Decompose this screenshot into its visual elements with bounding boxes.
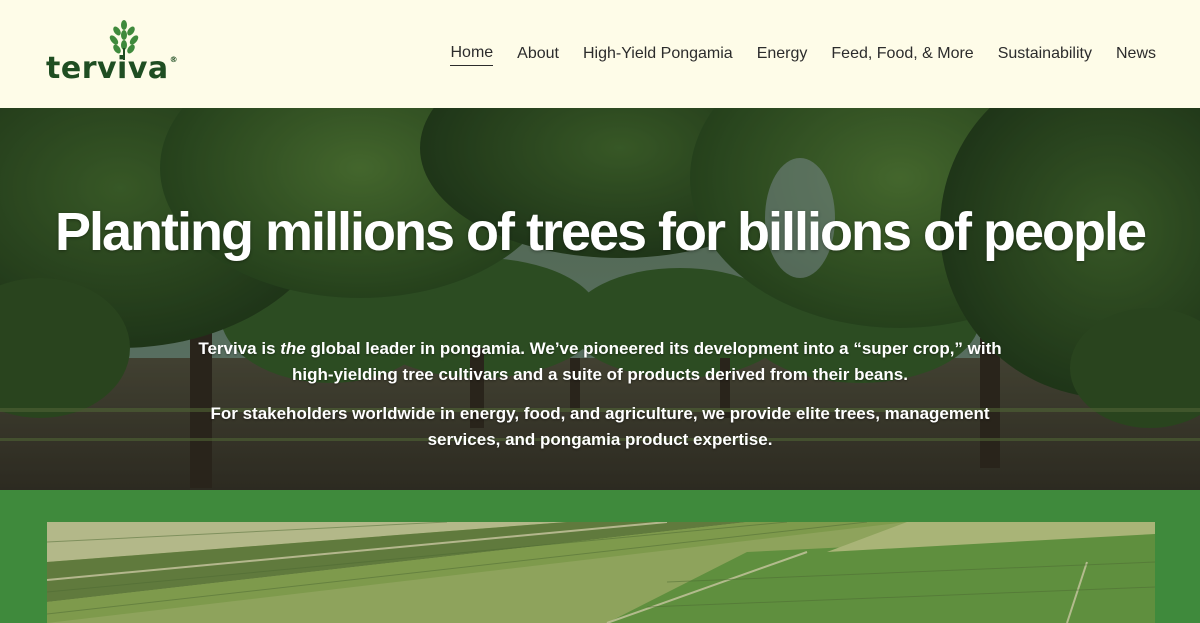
hero-title: Planting millions of trees for billions …: [54, 202, 1147, 262]
nav-feed-food-more[interactable]: Feed, Food, & More: [831, 43, 973, 66]
aerial-field-graphic: [47, 522, 1155, 623]
nav-sustainability[interactable]: Sustainability: [998, 43, 1092, 66]
nav-energy[interactable]: Energy: [757, 43, 808, 66]
nav-about[interactable]: About: [517, 43, 559, 66]
site-header: terviva® Home About High-Yield Pongamia …: [0, 0, 1200, 108]
nav-high-yield-pongamia[interactable]: High-Yield Pongamia: [583, 43, 733, 66]
aerial-field-image: [47, 522, 1155, 623]
hero-paragraph-1: Terviva is the global leader in pongamia…: [198, 339, 1002, 384]
nav-home[interactable]: Home: [450, 42, 494, 66]
logo-link[interactable]: terviva®: [46, 20, 179, 90]
hero-paragraph-2: For stakeholders worldwide in energy, fo…: [210, 404, 990, 449]
hero-section: Planting millions of trees for billions …: [0, 108, 1200, 490]
hero-description: Terviva is the global leader in pongamia…: [180, 336, 1020, 466]
logo-wordmark: terviva®: [46, 51, 179, 86]
main-nav: Home About High-Yield Pongamia Energy Fe…: [450, 42, 1156, 66]
nav-news[interactable]: News: [1116, 43, 1156, 66]
